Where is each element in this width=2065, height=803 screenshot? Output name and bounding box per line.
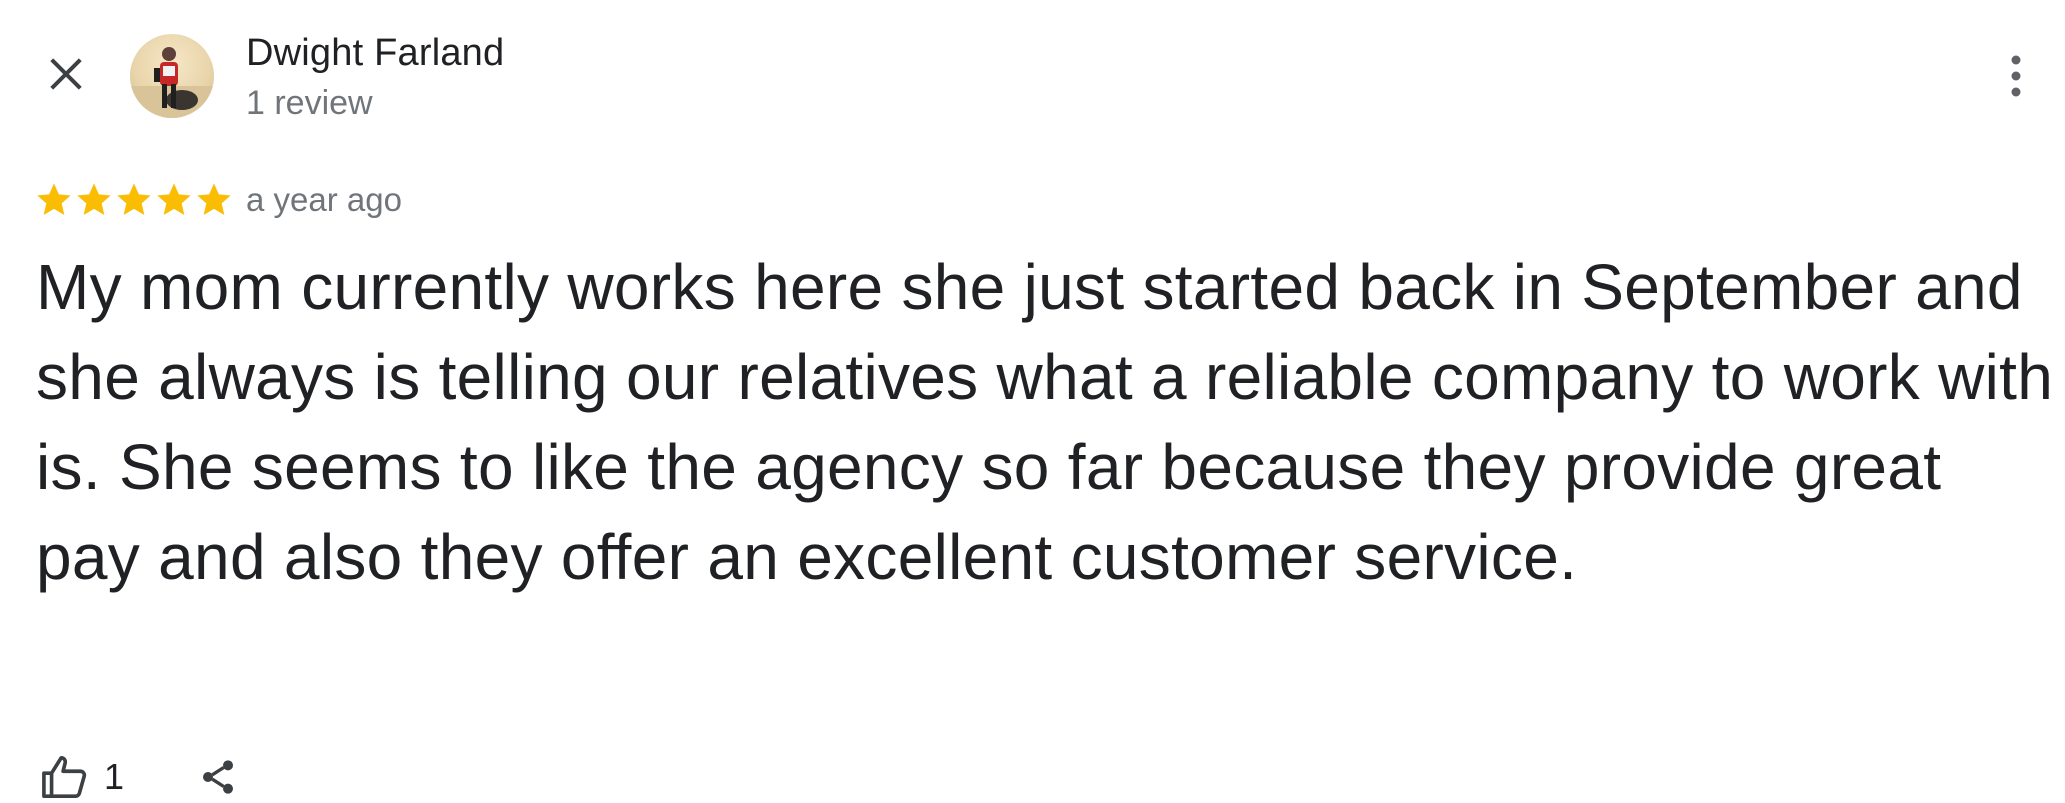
star-icon <box>157 183 191 215</box>
close-icon <box>50 58 82 90</box>
star-icon <box>37 183 71 215</box>
author-name[interactable]: Dwight Farland <box>246 32 504 75</box>
author-review-count: 1 review <box>246 84 373 122</box>
star-icon <box>117 183 151 215</box>
avatar-photo <box>130 47 214 118</box>
review-actions: 1 <box>40 752 242 802</box>
review-timestamp: a year ago <box>246 181 402 218</box>
thumb-up-icon <box>42 756 87 798</box>
share-icon <box>203 760 234 794</box>
rating-row: a year ago <box>34 178 402 222</box>
avatar[interactable] <box>130 34 214 118</box>
more-options-button[interactable] <box>1996 46 2036 106</box>
more-vert-icon <box>2011 55 2021 97</box>
review-text: My mom currently works here she just sta… <box>36 251 2054 593</box>
close-button[interactable] <box>38 46 94 102</box>
like-count: 1 <box>104 756 125 797</box>
review-header: Dwight Farland 1 review <box>0 0 2065 150</box>
share-button[interactable] <box>194 753 242 801</box>
star-icon <box>197 183 231 215</box>
star-rating <box>34 180 234 220</box>
star-icon <box>77 183 111 215</box>
like-button[interactable]: 1 <box>40 754 124 800</box>
